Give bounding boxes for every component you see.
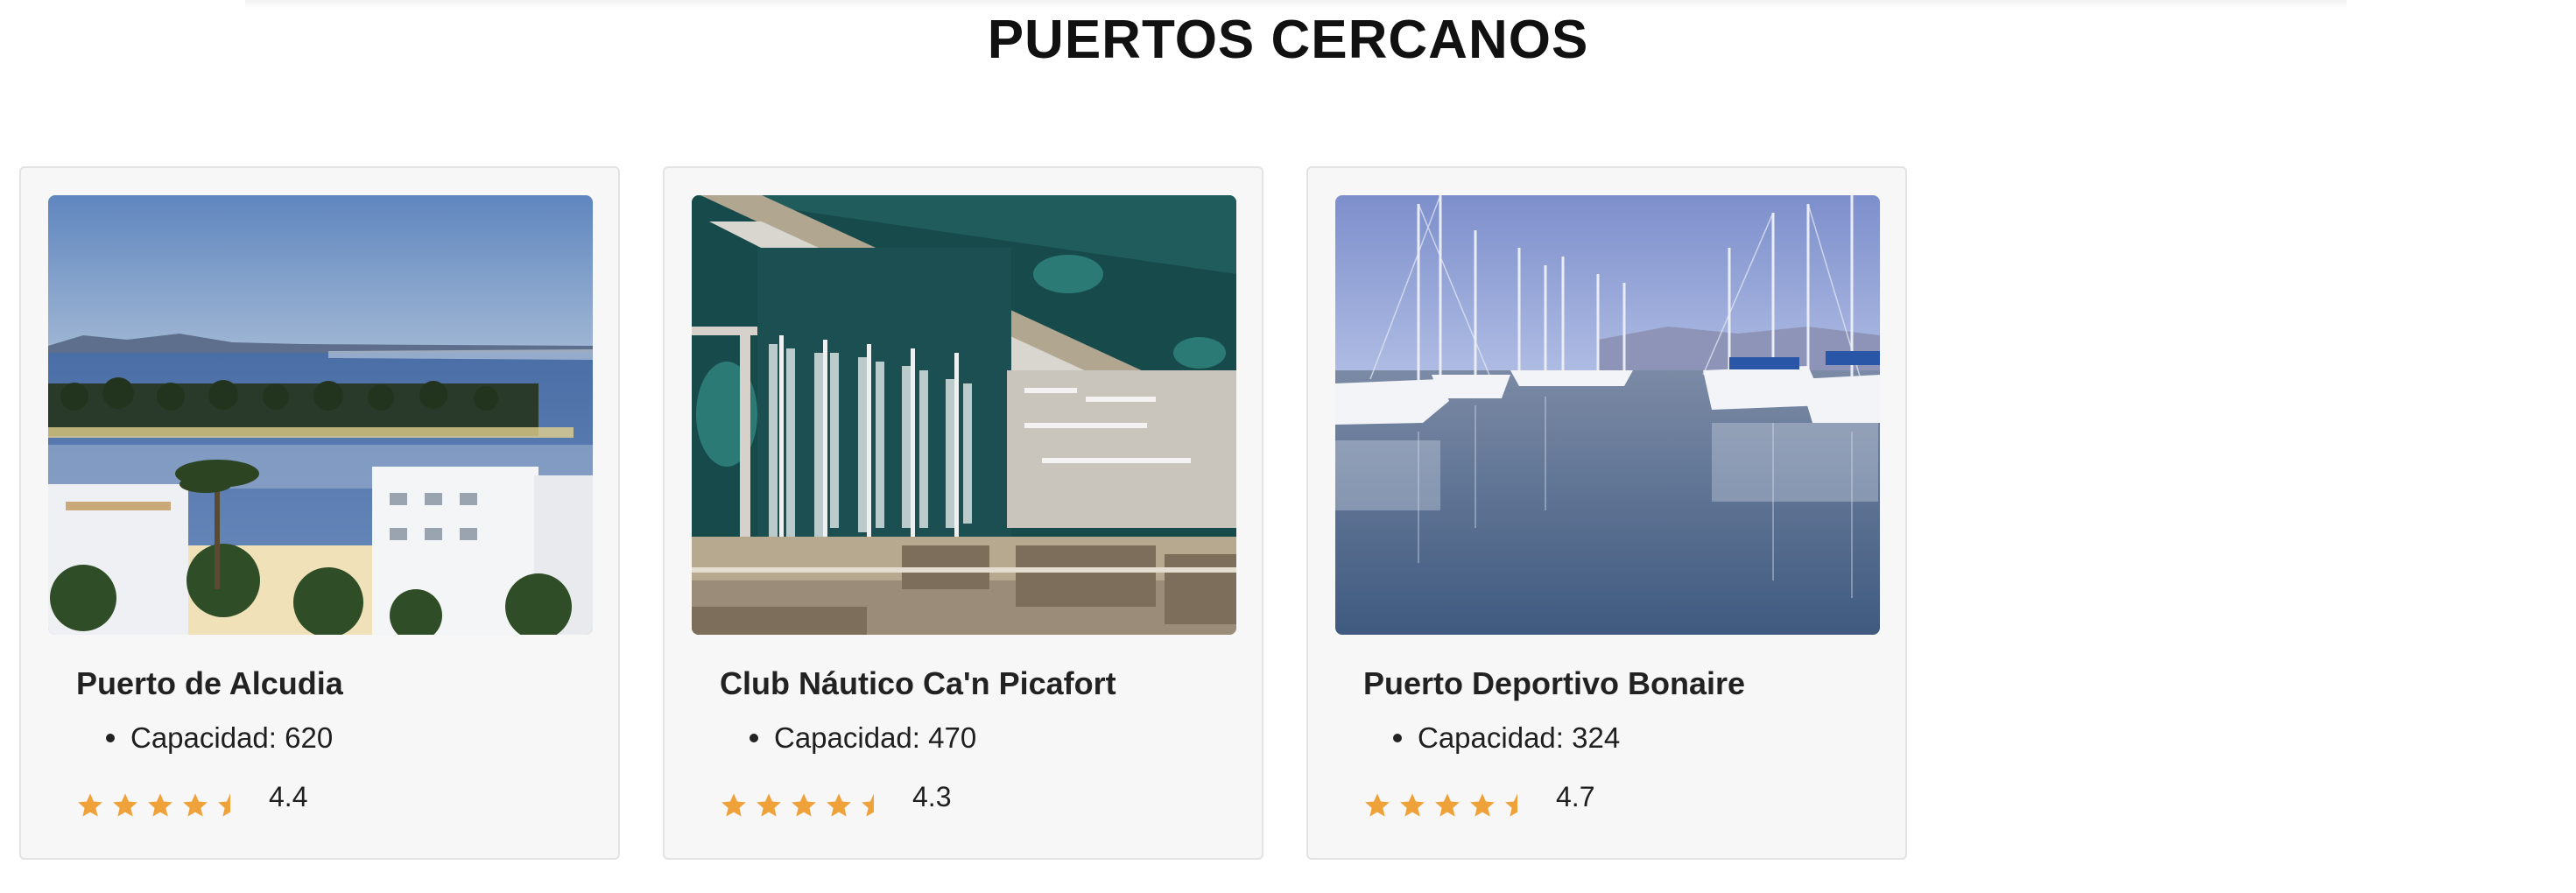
bullet (750, 734, 758, 742)
star-icon (183, 793, 208, 817)
port-name[interactable]: Puerto de Alcudia (76, 665, 343, 702)
port-card[interactable]: Puerto de Alcudia Capacidad: 620 4.4 (19, 166, 620, 860)
port-card[interactable]: Club Náutico Ca'n Picafort Capacidad: 47… (663, 166, 1263, 860)
star-half-icon (1505, 793, 1517, 817)
star-icon (1435, 793, 1460, 817)
star-icon (827, 793, 851, 817)
bullet (106, 734, 115, 742)
port-photo-alcudia[interactable] (48, 195, 593, 635)
capacity-item: Capacidad: 470 (720, 721, 976, 755)
star-half-icon (218, 793, 230, 817)
rating: 4.3 (720, 781, 951, 819)
port-photo-bonaire[interactable] (1335, 195, 1880, 635)
rating-score: 4.4 (269, 781, 308, 812)
rating-stars (76, 791, 244, 819)
port-name[interactable]: Puerto Deportivo Bonaire (1363, 665, 1745, 702)
star-icon (757, 793, 781, 817)
header-shadow (245, 0, 2347, 9)
star-icon (113, 793, 137, 817)
star-icon (1400, 793, 1425, 817)
port-details: Capacidad: 470 (720, 721, 976, 755)
capacity-item: Capacidad: 620 (76, 721, 333, 755)
star-half-icon (862, 793, 874, 817)
port-details: Capacidad: 324 (1363, 721, 1620, 755)
rating-stars (720, 791, 888, 819)
rating: 4.4 (76, 781, 307, 819)
rating-score: 4.3 (912, 781, 952, 812)
rating: 4.7 (1363, 781, 1594, 819)
star-icon (148, 793, 172, 817)
port-details: Capacidad: 620 (76, 721, 333, 755)
star-icon (721, 793, 746, 817)
capacity-label: Capacidad: 470 (774, 721, 977, 754)
capacity-label: Capacidad: 620 (130, 721, 334, 754)
capacity-item: Capacidad: 324 (1363, 721, 1620, 755)
capacity-label: Capacidad: 324 (1418, 721, 1621, 754)
section-title: PUERTOS CERCANOS (987, 10, 1589, 70)
star-icon (1365, 793, 1390, 817)
rating-stars (1363, 791, 1531, 819)
port-name[interactable]: Club Náutico Ca'n Picafort (720, 665, 1116, 702)
bullet (1393, 734, 1402, 742)
star-icon (1470, 793, 1495, 817)
star-icon (78, 793, 102, 817)
rating-score: 4.7 (1556, 781, 1595, 812)
star-icon (792, 793, 816, 817)
port-photo-can-picafort[interactable] (692, 195, 1236, 635)
port-card[interactable]: Puerto Deportivo Bonaire Capacidad: 324 … (1306, 166, 1907, 860)
